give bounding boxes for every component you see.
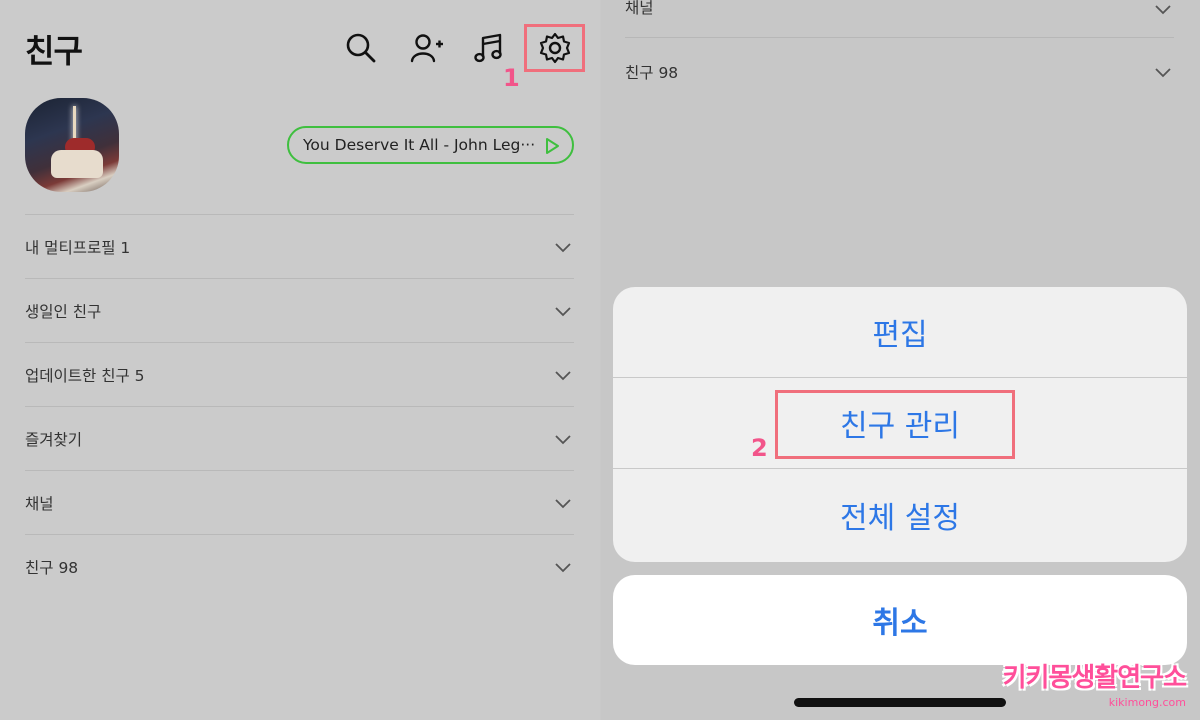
watermark-url: kikimong.com: [1108, 696, 1186, 709]
section-label: 내 멀티프로필 1: [25, 238, 131, 257]
section-channel[interactable]: 채널: [25, 470, 574, 534]
chevron-down-icon: [1155, 68, 1171, 78]
home-indicator: [794, 698, 1006, 707]
action-sheet-screen: 채널 친구 98 편집 친구 관리 전체 설정 2 취소 키키몽생활연구소 ki…: [601, 0, 1200, 720]
chevron-down-icon: [1155, 5, 1171, 15]
section-multiprofile[interactable]: 내 멀티프로필 1: [25, 214, 574, 278]
section-label: 업데이트한 친구 5: [25, 366, 145, 385]
friend-sections-dimmed: 채널 친구 98: [625, 0, 1174, 106]
section-label: 채널: [625, 0, 654, 17]
chevron-down-icon: [555, 434, 571, 444]
all-settings-button[interactable]: 전체 설정: [613, 469, 1187, 560]
friends-screen: 친구 1 You Deserve It All - John Leg··· 내 …: [0, 0, 600, 720]
avatar[interactable]: [25, 98, 119, 192]
section-label: 친구 98: [625, 64, 679, 82]
cancel-button[interactable]: 취소: [613, 575, 1187, 665]
chevron-down-icon: [555, 242, 571, 252]
play-icon: [546, 138, 559, 154]
edit-button[interactable]: 편집: [613, 287, 1187, 378]
section-favorites[interactable]: 즐겨찾기: [25, 406, 574, 470]
manage-friends-highlight-box: [775, 390, 1015, 459]
chevron-down-icon: [555, 562, 571, 572]
step-number-1: 1: [503, 64, 520, 92]
section-label: 즐겨찾기: [25, 430, 83, 449]
friend-sections: 내 멀티프로필 1 생일인 친구 업데이트한 친구 5 즐겨찾기 채널 친구 9…: [25, 214, 574, 598]
section-birthday[interactable]: 생일인 친구: [25, 278, 574, 342]
section-friends[interactable]: 친구 98: [25, 534, 574, 598]
chevron-down-icon: [555, 370, 571, 380]
section-friends[interactable]: 친구 98: [625, 38, 1174, 106]
watermark: 키키몽생활연구소 kikimong.com: [1002, 657, 1187, 709]
watermark-brand: 키키몽생활연구소: [1002, 663, 1187, 693]
section-label: 생일인 친구: [25, 302, 102, 321]
page-title: 친구: [25, 32, 83, 70]
add-friend-icon[interactable]: [407, 28, 447, 68]
section-updated[interactable]: 업데이트한 친구 5: [25, 342, 574, 406]
step-number-2: 2: [751, 434, 768, 462]
chevron-down-icon: [555, 306, 571, 316]
section-channel[interactable]: 채널: [625, 0, 1174, 38]
section-label: 친구 98: [25, 558, 79, 577]
search-icon[interactable]: [341, 28, 381, 68]
settings-highlight-box: [524, 24, 585, 72]
music-icon[interactable]: [469, 28, 509, 68]
profile-music-pill[interactable]: You Deserve It All - John Leg···: [287, 126, 574, 164]
chevron-down-icon: [555, 498, 571, 508]
section-label: 채널: [25, 494, 54, 513]
music-title: You Deserve It All - John Leg···: [303, 136, 535, 154]
